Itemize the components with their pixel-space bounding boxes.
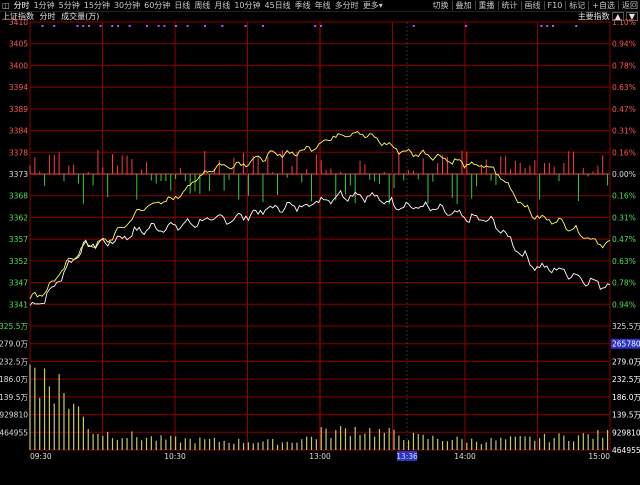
volume-tick-label: 186.0万 [0, 375, 28, 384]
percent-tick-label: 0.78% [612, 61, 636, 70]
price-tick-label: 3368 [9, 192, 28, 201]
volume-max-label: 325.5万 [612, 322, 640, 331]
event-marker [314, 25, 317, 27]
percent-tick-label: 0.31% [612, 213, 636, 222]
event-marker [99, 25, 102, 27]
event-marker [465, 25, 467, 27]
price-tick-label: 3347 [9, 279, 28, 288]
volume-tick-label: 186.0万 [612, 393, 640, 402]
percent-tick-label: 0.63% [612, 83, 636, 92]
percent-tick-label: 0.63% [612, 257, 636, 266]
percent-tick-label: 0.16% [612, 148, 636, 157]
event-marker [552, 25, 554, 27]
time-tick-label: 09:30 [30, 452, 52, 461]
event-marker [76, 25, 79, 27]
event-markers [41, 25, 578, 27]
volume-tick-label: 464955 [0, 428, 28, 437]
percent-tick-label: 0.78% [612, 279, 636, 288]
time-tick-label: 13:00 [309, 452, 331, 461]
event-marker [186, 25, 189, 27]
event-marker [221, 25, 224, 27]
event-marker [41, 25, 44, 27]
price-tick-label: 3384 [9, 127, 28, 136]
percent-tick-label: 0.47% [612, 105, 636, 114]
volume-tick-label: 279.0万 [0, 340, 28, 349]
price-tick-label: 3378 [9, 148, 28, 157]
percent-tick-label: 0.47% [612, 235, 636, 244]
event-marker [320, 25, 322, 27]
event-marker [128, 25, 131, 27]
volume-tick-label: 232.5万 [0, 357, 28, 366]
event-marker [575, 25, 578, 27]
volume-bars [29, 364, 609, 450]
time-tick-label: 13:36 [396, 452, 418, 461]
time-tick-label: 10:30 [164, 452, 186, 461]
price-tick-label: 3352 [9, 257, 28, 266]
percent-tick-label: 0.94% [612, 300, 636, 309]
price-tick-label: 3357 [9, 235, 28, 244]
event-marker [204, 25, 206, 27]
volume-tick-label: 929810 [612, 428, 640, 437]
price-tick-label: 325.5万 [0, 322, 28, 331]
volume-tick-label: 139.5万 [0, 393, 28, 402]
percent-tick-label: 0.31% [612, 127, 636, 136]
intraday-chart[interactable]: 3410 3405 3400 3394 3389 3384 3378 3373 3368 3362… [0, 0, 640, 485]
percent-tick-label: 0.16% [612, 192, 636, 201]
volume-tick-label: 464955 [612, 446, 640, 455]
time-tick-label: 14:00 [454, 452, 476, 461]
event-marker [175, 25, 177, 27]
volume-tick-label: 232.5万 [612, 375, 640, 384]
event-marker [262, 25, 264, 27]
price-tick-label: 3362 [9, 213, 28, 222]
event-marker [111, 25, 114, 27]
event-marker [88, 25, 90, 27]
volume-tick-label: 139.5万 [612, 411, 640, 420]
volume-tick-label: 279.0万 [612, 357, 640, 366]
volume-tick-label: 2657805 [612, 340, 640, 349]
price-tick-label: 3405 [9, 40, 28, 49]
time-tick-label: 15:00 [588, 452, 610, 461]
event-marker [546, 25, 549, 27]
event-marker [117, 25, 119, 27]
percent-tick-label: 1.10% [612, 18, 636, 27]
price-tick-label: 3410 [9, 18, 28, 27]
event-marker [146, 25, 148, 27]
event-marker [412, 25, 415, 27]
event-marker [82, 25, 85, 27]
percent-tick-label: 0.00% [612, 170, 636, 179]
event-marker [163, 25, 166, 27]
event-marker [244, 25, 247, 27]
price-tick-label: 3373 [9, 170, 28, 179]
price-tick-label: 3394 [9, 83, 28, 92]
change-bars [29, 150, 609, 205]
price-tick-label: 3400 [9, 61, 28, 70]
volume-tick-label: 929810 [0, 411, 28, 420]
price-tick-label: 3341 [9, 300, 28, 309]
event-marker [540, 25, 543, 27]
percent-tick-label: 0.94% [612, 40, 636, 49]
price-tick-label: 3389 [9, 105, 28, 114]
event-marker [53, 25, 56, 27]
event-marker [157, 25, 160, 27]
